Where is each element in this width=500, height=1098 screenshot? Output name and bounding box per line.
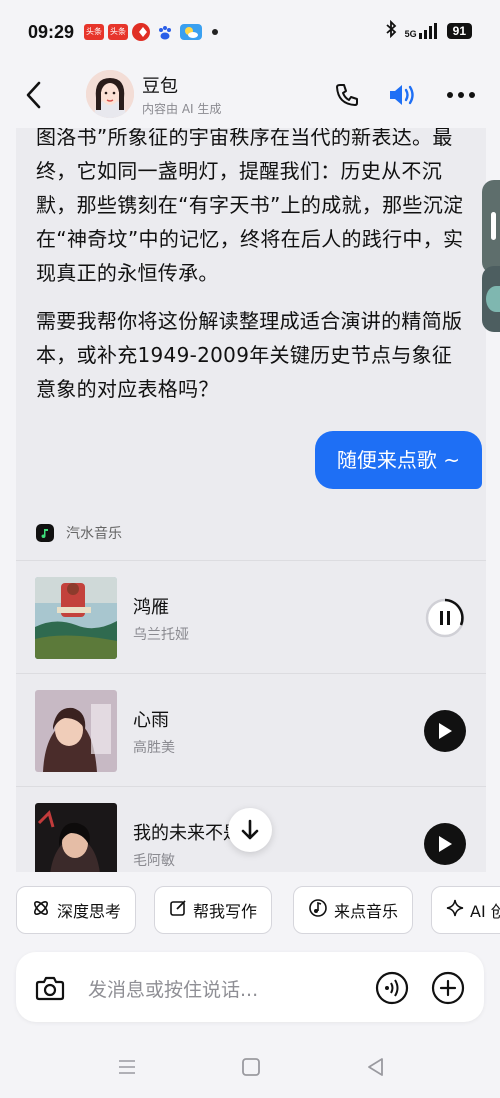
user-message-bubble: 随便来点歌 ~: [314, 431, 482, 489]
battery-indicator: 91: [446, 23, 472, 39]
song-artist: 毛阿敏: [133, 853, 175, 869]
music-icon: [308, 898, 328, 922]
status-bar: 09:29 头条 头条 5G 91: [0, 0, 500, 64]
message-input-box[interactable]: 发消息或按住说话...: [16, 952, 484, 1022]
recent-apps-button[interactable]: [112, 1054, 142, 1080]
music-chip[interactable]: 来点音乐: [293, 886, 414, 934]
song-artist: 乌兰托娅: [133, 627, 189, 643]
play-button[interactable]: [424, 823, 466, 865]
system-indicators: 5G 91: [385, 19, 472, 42]
pause-button[interactable]: [424, 597, 466, 639]
song-artist: 高胜美: [133, 740, 175, 756]
assistant-bubble-icon: [486, 286, 500, 312]
back-nav-button[interactable]: [360, 1054, 390, 1080]
writing-chip[interactable]: 帮我写作: [154, 886, 273, 934]
deep-think-icon: [31, 898, 51, 922]
status-time: 09:29: [28, 21, 75, 42]
voice-input-button[interactable]: [374, 970, 410, 1006]
toutiao-icon: 头条: [84, 24, 105, 40]
song-title: 心雨: [133, 710, 169, 731]
avatar[interactable]: [86, 70, 134, 118]
floating-side-tab[interactable]: [482, 180, 500, 274]
music-source-label: 汽水音乐: [66, 526, 122, 542]
camera-button[interactable]: [34, 972, 66, 1004]
music-card-header: 汽水音乐: [16, 506, 486, 561]
baidu-paw-icon: [154, 24, 176, 40]
song-title: 鸿雁: [133, 597, 169, 618]
add-attachment-button[interactable]: [430, 970, 466, 1006]
qishui-music-icon: [36, 524, 54, 542]
play-button[interactable]: [424, 710, 466, 752]
toutiao-icon: 头条: [108, 24, 129, 40]
song-item[interactable]: 鸿雁 乌兰托娅: [16, 561, 486, 674]
back-button[interactable]: [18, 78, 48, 112]
more-options-button[interactable]: [444, 78, 478, 112]
notification-icons: 头条 头条: [84, 23, 219, 41]
weather-icon: [180, 24, 203, 40]
chat-header: 豆包 内容由 AI 生成: [0, 64, 500, 128]
scroll-to-bottom-button[interactable]: [228, 808, 272, 852]
quick-action-bar[interactable]: 深度思考 帮我写作 来点音乐 AI 创作: [0, 872, 500, 948]
album-cover: [35, 803, 117, 872]
more-notifications-dot: [212, 29, 219, 35]
song-item[interactable]: 心雨 高胜美: [16, 674, 486, 787]
signal-icon: 5G: [405, 23, 439, 39]
bluetooth-icon: [385, 19, 397, 42]
phone-call-button[interactable]: [330, 78, 364, 112]
chip-label: 帮我写作: [193, 902, 258, 921]
pinduoduo-icon: [132, 23, 151, 41]
deep-think-chip[interactable]: 深度思考: [16, 886, 137, 934]
input-bar: 发消息或按住说话...: [0, 948, 500, 1036]
system-navigation-bar: [0, 1036, 500, 1098]
message-input-placeholder[interactable]: 发消息或按住说话...: [88, 975, 258, 1002]
speaker-button[interactable]: [386, 78, 420, 112]
bot-name: 豆包: [142, 76, 178, 97]
album-cover: [35, 577, 117, 659]
ai-message-text: 需要我帮你将这份解读整理成适合演讲的精简版本，或补充1949-2009年关键历史…: [36, 309, 463, 401]
handle-bar: [491, 212, 496, 240]
sparkle-icon: [446, 899, 464, 921]
ai-generated-note: 内容由 AI 生成: [142, 102, 222, 116]
chat-area[interactable]: 图洛书”所象征的宇宙秩序在当代的新表达。最终，它如同一盏明灯，提醒我们：历史从不…: [0, 128, 500, 872]
album-cover: [35, 690, 117, 772]
pen-icon: [169, 899, 187, 921]
ai-create-chip[interactable]: AI 创作: [431, 886, 500, 934]
chip-label: 深度思考: [57, 902, 122, 921]
chip-label: 来点音乐: [334, 902, 399, 921]
home-button[interactable]: [236, 1054, 266, 1080]
chip-label: AI 创作: [470, 902, 500, 921]
ai-message-text: 图洛书”所象征的宇宙秩序在当代的新表达。最终，它如同一盏明灯，提醒我们：历史从不…: [36, 128, 464, 285]
floating-side-tab[interactable]: [482, 266, 500, 332]
